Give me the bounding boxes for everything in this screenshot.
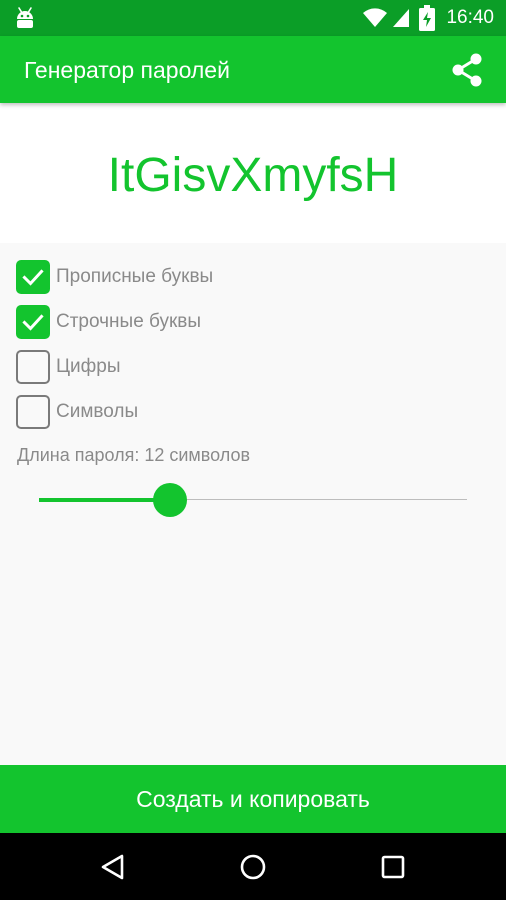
checkmark-icon xyxy=(22,269,44,286)
app-title: Генератор паролей xyxy=(24,57,230,83)
recents-button[interactable] xyxy=(376,850,410,884)
create-and-copy-label: Создать и копировать xyxy=(136,785,370,812)
digits-label: Цифры xyxy=(56,356,121,377)
status-clock: 16:40 xyxy=(446,7,494,28)
share-button[interactable] xyxy=(446,49,488,91)
password-panel: ItGisvXmyfsH xyxy=(0,103,506,243)
uppercase-checkbox[interactable] xyxy=(16,260,50,294)
share-icon xyxy=(452,53,482,87)
lowercase-checkbox[interactable] xyxy=(16,305,50,339)
home-icon xyxy=(240,854,266,880)
navigation-bar xyxy=(0,833,506,900)
back-icon xyxy=(101,854,124,880)
symbols-checkbox[interactable] xyxy=(16,395,50,429)
slider-fill xyxy=(39,498,170,502)
slider-thumb[interactable] xyxy=(152,483,187,517)
signal-icon xyxy=(393,9,409,27)
android-icon xyxy=(17,7,33,28)
screen: 16:40 Генератор паролей ItGisvXmyfsH Про… xyxy=(0,0,506,900)
digits-checkbox[interactable] xyxy=(16,350,50,384)
password-length-label: Длина пароля: 12 символов xyxy=(17,445,251,465)
option-symbols[interactable]: Символы xyxy=(16,394,316,430)
generated-password: ItGisvXmyfsH xyxy=(107,149,399,202)
option-digits[interactable]: Цифры xyxy=(16,349,316,385)
symbols-label: Символы xyxy=(56,401,139,422)
wifi-icon xyxy=(363,8,387,27)
checkmark-icon xyxy=(22,314,44,331)
create-and-copy-button[interactable]: Создать и копировать xyxy=(0,765,506,833)
recents-icon xyxy=(381,855,405,879)
uppercase-label: Прописные буквы xyxy=(56,266,214,287)
home-button[interactable] xyxy=(236,850,270,884)
battery-charging-icon xyxy=(419,5,435,31)
option-uppercase[interactable]: Прописные буквы xyxy=(16,259,316,295)
lowercase-label: Строчные буквы xyxy=(56,311,202,332)
password-length-slider[interactable] xyxy=(39,482,467,518)
back-button[interactable] xyxy=(96,850,130,884)
status-bar: 16:40 xyxy=(0,0,506,36)
app-bar: Генератор паролей xyxy=(0,36,506,103)
option-lowercase[interactable]: Строчные буквы xyxy=(16,304,316,340)
